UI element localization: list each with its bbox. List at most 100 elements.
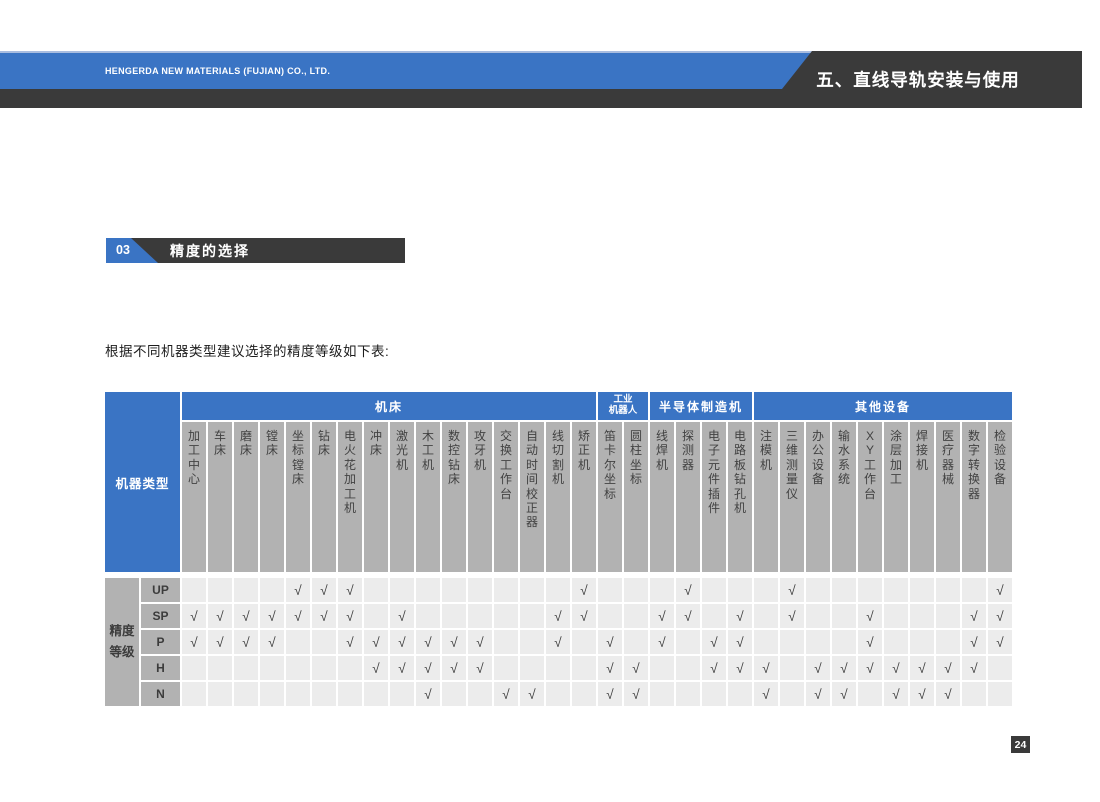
- column-header: 冲床: [364, 422, 388, 572]
- check-cell: [494, 578, 518, 602]
- column-header: 三维测量仪: [780, 422, 804, 572]
- check-cell: √: [988, 578, 1012, 602]
- check-cell: [910, 604, 934, 628]
- check-cell: √: [832, 682, 856, 706]
- check-cell: [572, 630, 596, 654]
- table-header: 机器类型机床工业机器人半导体制造机其他设备加工中心车床磨床镗床坐标镗床钻床电火花…: [105, 392, 1012, 572]
- grade-row-label: H: [141, 656, 180, 680]
- check-cell: [286, 656, 310, 680]
- check-cell: [702, 604, 726, 628]
- check-cell: [286, 682, 310, 706]
- check-cell: √: [936, 656, 960, 680]
- column-header: 磨床: [234, 422, 258, 572]
- check-cell: √: [572, 578, 596, 602]
- check-cell: [442, 578, 466, 602]
- check-cell: [676, 630, 700, 654]
- check-cell: [416, 578, 440, 602]
- check-cell: [208, 578, 232, 602]
- check-cell: √: [650, 604, 674, 628]
- check-cell: √: [234, 604, 258, 628]
- check-cell: √: [390, 630, 414, 654]
- check-cell: √: [546, 604, 570, 628]
- check-cell: √: [598, 630, 622, 654]
- check-cell: [988, 656, 1012, 680]
- column-header: 涂层加工: [884, 422, 908, 572]
- check-cell: √: [546, 630, 570, 654]
- document-page: HENGERDA NEW MATERIALS (FUJIAN) CO., LTD…: [0, 0, 1100, 802]
- check-cell: √: [962, 630, 986, 654]
- check-cell: √: [728, 656, 752, 680]
- check-cell: [702, 578, 726, 602]
- check-cell: √: [598, 682, 622, 706]
- check-cell: [338, 682, 362, 706]
- check-cell: [650, 682, 674, 706]
- column-header: 镗床: [260, 422, 284, 572]
- check-cell: [806, 604, 830, 628]
- check-cell: [364, 682, 388, 706]
- check-cell: [390, 578, 414, 602]
- column-header: 攻牙机: [468, 422, 492, 572]
- check-cell: √: [962, 656, 986, 680]
- check-cell: √: [364, 630, 388, 654]
- check-cell: [754, 578, 778, 602]
- check-cell: √: [676, 604, 700, 628]
- check-cell: [676, 682, 700, 706]
- grade-row-label: N: [141, 682, 180, 706]
- check-cell: [702, 682, 726, 706]
- section-header: 03 精度的选择: [106, 238, 405, 263]
- check-cell: √: [858, 604, 882, 628]
- check-cell: √: [234, 630, 258, 654]
- column-header: 办公设备: [806, 422, 830, 572]
- intro-text: 根据不同机器类型建议选择的精度等级如下表:: [105, 340, 389, 360]
- check-cell: √: [390, 604, 414, 628]
- check-cell: √: [338, 630, 362, 654]
- check-cell: [624, 604, 648, 628]
- precision-selection-table: 机器类型机床工业机器人半导体制造机其他设备加工中心车床磨床镗床坐标镗床钻床电火花…: [105, 392, 1012, 706]
- check-cell: [260, 656, 284, 680]
- check-cell: √: [416, 682, 440, 706]
- check-cell: [780, 656, 804, 680]
- check-cell: [650, 656, 674, 680]
- check-cell: √: [702, 630, 726, 654]
- check-cell: √: [988, 630, 1012, 654]
- check-cell: [312, 682, 336, 706]
- column-header: 电火花加工机: [338, 422, 362, 572]
- column-header: 交换工作台: [494, 422, 518, 572]
- page-header: HENGERDA NEW MATERIALS (FUJIAN) CO., LTD…: [0, 51, 1082, 108]
- check-cell: √: [754, 682, 778, 706]
- column-header: 木工机: [416, 422, 440, 572]
- check-cell: √: [416, 656, 440, 680]
- check-cell: √: [806, 682, 830, 706]
- check-cell: [806, 630, 830, 654]
- grade-row-label: SP: [141, 604, 180, 628]
- column-header: 线切割机: [546, 422, 570, 572]
- check-cell: [468, 682, 492, 706]
- category-header: 半导体制造机: [650, 392, 752, 420]
- header-blue-band: HENGERDA NEW MATERIALS (FUJIAN) CO., LTD…: [0, 51, 812, 89]
- check-cell: √: [260, 604, 284, 628]
- grade-row-label: P: [141, 630, 180, 654]
- check-cell: [780, 630, 804, 654]
- check-cell: √: [884, 682, 908, 706]
- check-cell: [962, 578, 986, 602]
- column-header: 笛卡尔坐标: [598, 422, 622, 572]
- check-cell: √: [390, 656, 414, 680]
- check-cell: √: [702, 656, 726, 680]
- check-cell: [624, 578, 648, 602]
- check-cell: √: [624, 656, 648, 680]
- check-cell: [754, 630, 778, 654]
- check-cell: √: [182, 604, 206, 628]
- check-cell: √: [182, 630, 206, 654]
- column-header: 圆柱坐标: [624, 422, 648, 572]
- check-cell: √: [572, 604, 596, 628]
- check-cell: [910, 630, 934, 654]
- check-cell: [234, 682, 258, 706]
- column-header: 线焊机: [650, 422, 674, 572]
- check-cell: √: [364, 656, 388, 680]
- check-cell: [546, 682, 570, 706]
- check-cell: [312, 630, 336, 654]
- check-cell: √: [936, 682, 960, 706]
- check-cell: √: [286, 604, 310, 628]
- check-cell: √: [598, 656, 622, 680]
- check-cell: √: [312, 604, 336, 628]
